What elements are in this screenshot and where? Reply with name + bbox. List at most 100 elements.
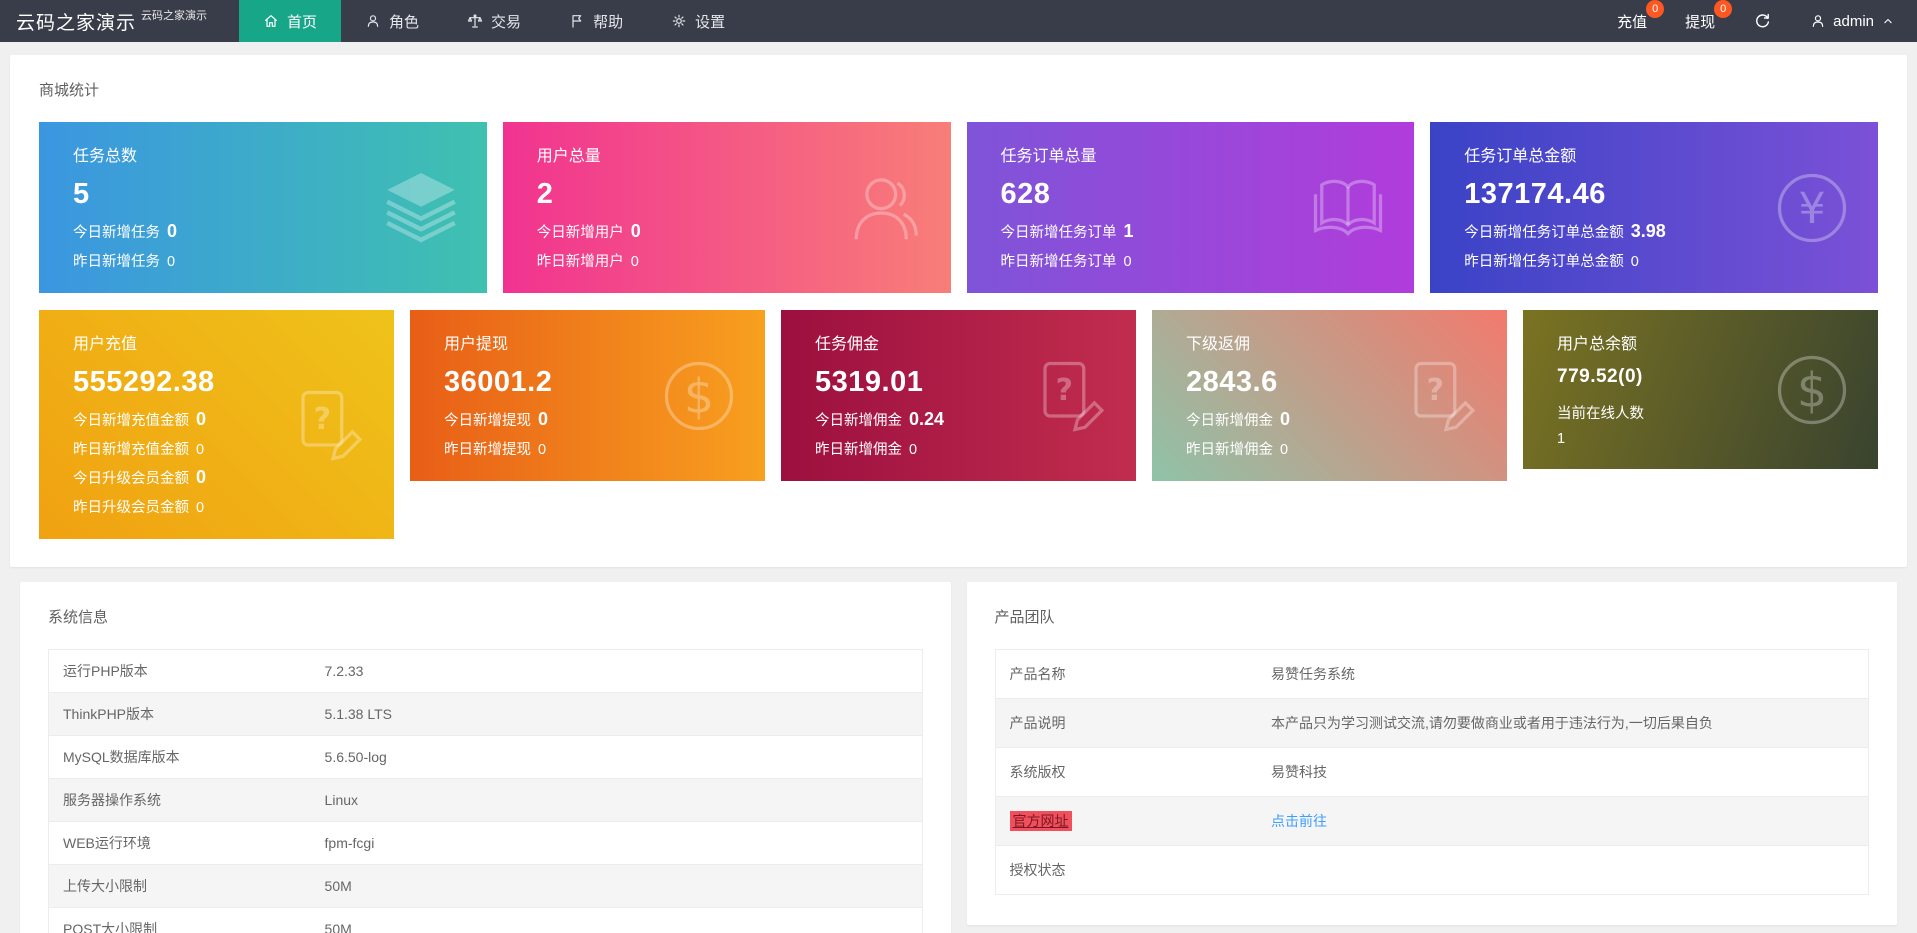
nav-item-label: 角色 <box>389 11 419 32</box>
withdraw-badge: 0 <box>1714 0 1732 18</box>
row-value: fpm-fcgi <box>311 822 922 865</box>
nav-item-roles[interactable]: 角色 <box>341 0 443 42</box>
subline-label: 昨日升级会员金额 <box>73 496 189 517</box>
stat-card-task-order-amount: 任务订单总金额137174.46今日新增任务订单总金额3.98昨日新增任务订单总… <box>1430 122 1878 293</box>
stat-card-value: 137174.46 <box>1464 178 1768 211</box>
stat-card-value: 628 <box>1001 178 1305 211</box>
withdraw-label: 提现 <box>1685 14 1715 31</box>
subline-value: 0 <box>167 221 177 242</box>
stat-card-subline: 今日新增充值金额0 <box>73 409 284 430</box>
table-row: 运行PHP版本7.2.33 <box>49 650 923 693</box>
username: admin <box>1833 13 1874 30</box>
logo-text: 云码之家演示 <box>16 8 136 35</box>
stat-card-subline: 昨日新增任务0 <box>73 250 377 271</box>
dollar-icon: $ <box>1772 350 1852 430</box>
nav-item-trade[interactable]: 交易 <box>443 0 545 42</box>
nav-item-label: 交易 <box>491 11 521 32</box>
user-menu[interactable]: admin <box>1810 13 1895 30</box>
subline-value: 0 <box>538 409 548 430</box>
stat-card-subline: 昨日新增提现0 <box>444 438 655 459</box>
stat-card-subline: 今日新增任务订单 1 <box>1001 221 1305 242</box>
stat-card-subline: 1 <box>1557 431 1768 447</box>
table-row: ThinkPHP版本5.1.38 LTS <box>49 693 923 736</box>
nav-item-home[interactable]: 首页 <box>239 0 341 42</box>
subline-label: 当前在线人数 <box>1557 402 1644 423</box>
system-info-title: 系统信息 <box>48 606 923 627</box>
subline-label: 今日新增任务订单总金额 <box>1464 221 1624 242</box>
book-icon <box>1308 168 1388 248</box>
table-row: POST大小限制50M <box>49 908 923 933</box>
stat-card-subline: 今日新增提现 0 <box>444 409 655 430</box>
stat-card-subline: 今日新增任务订单总金额3.98 <box>1464 221 1768 242</box>
subline-label: 昨日新增佣金 <box>815 438 902 459</box>
withdraw-button[interactable]: 提现 0 <box>1685 11 1715 32</box>
table-row: WEB运行环境fpm-fcgi <box>49 822 923 865</box>
subline-value: 1 <box>1124 221 1134 242</box>
stat-card-title: 用户充值 <box>73 330 284 354</box>
nav-item-help[interactable]: 帮助 <box>545 0 647 42</box>
subline-label: 今日新增任务订单 <box>1001 221 1117 242</box>
row-label: 产品说明 <box>995 699 1257 748</box>
stat-card-title: 用户总余额 <box>1557 330 1768 354</box>
layers-icon <box>381 168 461 248</box>
refresh-button[interactable] <box>1753 12 1772 31</box>
official-site-link[interactable]: 点击前往 <box>1271 813 1327 829</box>
subline-label: 昨日新增充值金额 <box>73 438 189 459</box>
subline-value: 0 <box>196 500 204 516</box>
subline-label: 今日新增任务 <box>73 221 160 242</box>
row-label: POST大小限制 <box>49 908 311 933</box>
table-row: 授权状态 <box>995 846 1869 895</box>
svg-text:?: ? <box>1427 372 1444 407</box>
recharge-button[interactable]: 充值 0 <box>1617 11 1647 32</box>
stat-card-subline: 昨日新增佣金 0 <box>815 438 1026 459</box>
table-row: 官方网址点击前往 <box>995 797 1869 846</box>
row-label: 服务器操作系统 <box>49 779 311 822</box>
stat-card-title: 下级返佣 <box>1186 330 1397 354</box>
subline-label: 昨日新增任务订单 <box>1001 250 1117 271</box>
recharge-label: 充值 <box>1617 14 1647 31</box>
product-team-table: 产品名称易赞任务系统产品说明本产品只为学习测试交流,请勿要做商业或者用于违法行为… <box>995 649 1870 895</box>
stat-card-sub-rebate: 下级返佣 2843.6 今日新增佣金0 昨日新增佣金 0? <box>1152 310 1507 481</box>
logo-subtext: 云码之家演示 <box>141 7 207 23</box>
stat-card-title: 任务佣金 <box>815 330 1026 354</box>
logo[interactable]: 云码之家演示 云码之家演示 <box>0 0 213 42</box>
row-value: 5.6.50-log <box>311 736 922 779</box>
table-row: 服务器操作系统Linux <box>49 779 923 822</box>
row-value: 7.2.33 <box>311 650 922 693</box>
row-value: 本产品只为学习测试交流,请勿要做商业或者用于违法行为,一切后果自负 <box>1257 699 1868 748</box>
stat-card-subline: 昨日升级会员金额 0 <box>73 496 284 517</box>
subline-label: 今日新增提现 <box>444 409 531 430</box>
stat-card-subline: 昨日新增用户0 <box>537 250 841 271</box>
row-label: MySQL数据库版本 <box>49 736 311 779</box>
subline-value: 0 <box>909 442 917 458</box>
stat-card-value: 36001.2 <box>444 366 655 399</box>
stat-card-value: 5 <box>73 178 377 211</box>
subline-label: 今日新增充值金额 <box>73 409 189 430</box>
subline-value: 0 <box>1280 409 1290 430</box>
doc-question-icon: ? <box>1401 356 1481 436</box>
stat-card-task-order-total: 任务订单总量628今日新增任务订单1昨日新增任务订单0 <box>967 122 1415 293</box>
stat-card-subline: 昨日新增任务订单0 <box>1001 250 1305 271</box>
stat-card-value: 2843.6 <box>1186 366 1397 399</box>
subline-label: 今日新增佣金 <box>815 409 902 430</box>
stat-card-subline: 昨日新增任务订单总金额0 <box>1464 250 1768 271</box>
stat-card-title: 用户总量 <box>537 142 841 166</box>
subline-label: 昨日新增佣金 <box>1186 438 1273 459</box>
stat-card-value: 2 <box>537 178 841 211</box>
product-team-panel: 产品团队 产品名称易赞任务系统产品说明本产品只为学习测试交流,请勿要做商业或者用… <box>967 582 1898 925</box>
subline-label: 今日升级会员金额 <box>73 467 189 488</box>
stat-card-subline: 当前在线人数 <box>1557 402 1768 423</box>
row-label: WEB运行环境 <box>49 822 311 865</box>
subline-label: 昨日新增任务 <box>73 250 160 271</box>
subline-label: 今日新增用户 <box>537 221 624 242</box>
row-value: 50M <box>311 908 922 933</box>
row-label: 上传大小限制 <box>49 865 311 908</box>
stat-cards-row-2: 用户充值555292.38今日新增充值金额0昨日新增充值金额0今日升级会员金额0… <box>39 310 1878 539</box>
person-icon <box>1810 13 1826 29</box>
svg-text:?: ? <box>1056 372 1073 407</box>
dollar-icon: $ <box>659 356 739 436</box>
stat-card-value: 555292.38 <box>73 366 284 399</box>
stat-card-subline: 今日新增佣金0 <box>1186 409 1397 430</box>
nav-item-settings[interactable]: 设置 <box>647 0 749 42</box>
top-navbar: 云码之家演示 云码之家演示 首页 角色 交易 帮助设置 充值 0 提现 0 admin <box>0 0 1917 42</box>
